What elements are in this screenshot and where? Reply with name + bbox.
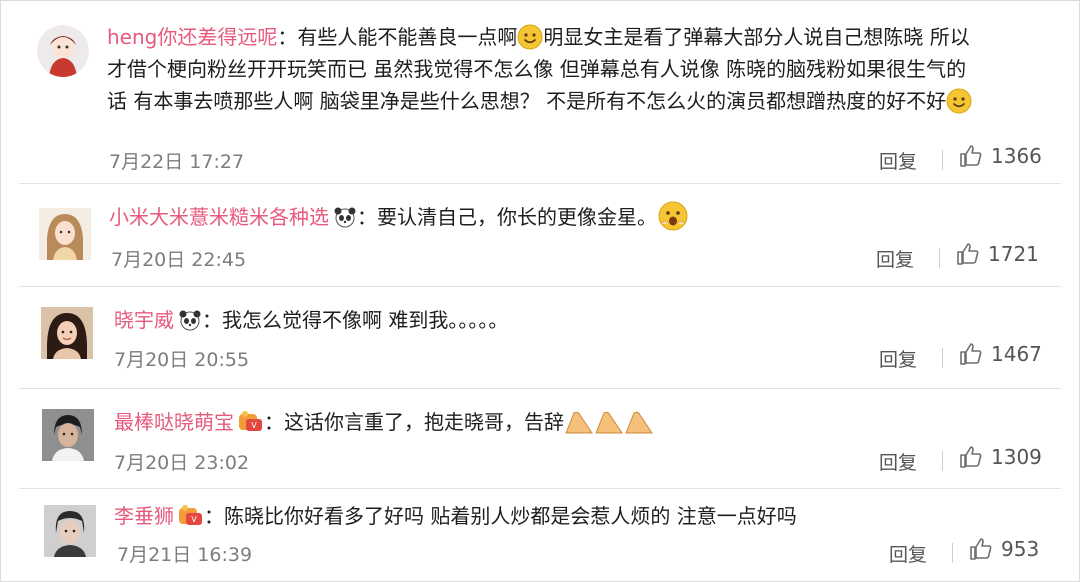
like-count: 1467	[991, 342, 1042, 366]
comment-body: 小米大米薏米糙米各种选 ：要认清自己，你长的更像金星。	[109, 200, 1059, 233]
thumbs-up-icon	[957, 243, 979, 265]
divider	[942, 451, 943, 471]
like-button[interactable]: 1366	[959, 144, 1042, 168]
like-button[interactable]: 1309	[959, 445, 1042, 469]
vip-badge-icon: V	[239, 411, 262, 431]
comment-text: 要认清自己，你长的更像金星。	[377, 205, 657, 229]
thumbs-up-icon	[970, 538, 992, 560]
comment-time: 7月20日 23:02	[114, 452, 250, 474]
vip-badge-icon: V	[179, 505, 202, 525]
panda-icon	[179, 310, 201, 331]
comment-text: 明显女主是看了弹幕大部分人说自己想陈晓 所以	[543, 25, 970, 49]
comment-body: 晓宇威 ：我怎么觉得不像啊 难到我。。。。。	[114, 304, 1054, 336]
comment-time: 7月21日 16:39	[117, 544, 253, 566]
like-count: 1366	[991, 144, 1042, 168]
reply-button[interactable]: 回复	[879, 448, 917, 475]
comment-text: 我怎么觉得不像啊 难到我。。。。。	[222, 308, 509, 332]
thumbs-up-icon	[960, 446, 982, 468]
colon: ：	[357, 205, 377, 229]
clap-emoji-icon	[565, 411, 653, 434]
comment-list: heng你还差得远呢：有些人能不能善良一点啊 明显女主是看了弹幕大部分人说自己想陈…	[0, 0, 1080, 582]
username[interactable]: 最棒哒晓萌宝	[114, 410, 234, 434]
comment-text: 有些人能不能善良一点啊	[297, 25, 518, 49]
comment-body: 最棒哒晓萌宝 V ：这话你言重了，抱走晓哥，告辞	[114, 406, 1054, 438]
comment-time: 7月22日 17:27	[109, 151, 245, 173]
colon: ：	[202, 308, 222, 332]
like-count: 1309	[991, 445, 1042, 469]
comment-time: 7月20日 20:55	[114, 349, 250, 371]
divider	[952, 543, 953, 563]
username[interactable]: 晓宇威	[114, 308, 174, 332]
like-button[interactable]: 1721	[956, 242, 1039, 266]
comment-body: 李垂狮 V ：陈晓比你好看多了好吗 贴着别人炒都是会惹人烦的 注意一点好吗	[114, 500, 1054, 532]
comment-text: 这话你言重了，抱走晓哥，告辞	[284, 410, 564, 434]
comment-body: heng你还差得远呢：有些人能不能善良一点啊 明显女主是看了弹幕大部分人说自己想陈…	[107, 21, 1067, 117]
comment-text: 陈晓比你好看多了好吗 贴着别人炒都是会惹人烦的 注意一点好吗	[224, 504, 797, 528]
reply-button[interactable]: 回复	[879, 345, 917, 372]
like-button[interactable]: 953	[969, 537, 1039, 561]
smile-emoji-icon	[517, 24, 543, 50]
panda-icon	[334, 207, 356, 228]
comment-time: 7月20日 22:45	[111, 249, 247, 271]
comment-item: 晓宇威 ：我怎么觉得不像啊 难到我。。。。。 7月20日 20:55 回复 146…	[1, 287, 1079, 387]
avatar[interactable]	[39, 208, 91, 260]
reply-button[interactable]: 回复	[879, 147, 917, 174]
comment-text: 话 有本事去喷那些人啊 脑袋里净是些什么思想？ 不是所有不怎么火的演员都想蹭热度…	[107, 89, 947, 113]
thumbs-up-icon	[960, 343, 982, 365]
svg-text:V: V	[191, 515, 197, 524]
divider	[942, 150, 943, 170]
gasp-emoji-icon	[658, 201, 688, 231]
comment-item: heng你还差得远呢：有些人能不能善良一点啊 明显女主是看了弹幕大部分人说自己想陈…	[1, 1, 1079, 181]
colon: ：	[264, 410, 284, 434]
username[interactable]: heng你还差得远呢	[107, 25, 277, 49]
avatar[interactable]	[37, 25, 89, 77]
colon: ：	[277, 25, 298, 49]
username[interactable]: 李垂狮	[114, 504, 174, 528]
colon: ：	[204, 504, 224, 528]
reply-button[interactable]: 回复	[889, 540, 927, 567]
like-count: 1721	[988, 242, 1039, 266]
comment-item: 李垂狮 V ：陈晓比你好看多了好吗 贴着别人炒都是会惹人烦的 注意一点好吗 7月21…	[1, 489, 1079, 581]
comment-item: 最棒哒晓萌宝 V ：这话你言重了，抱走晓哥，告辞 7月20日 23:02 回复 13…	[1, 389, 1079, 489]
svg-text:V: V	[251, 421, 257, 430]
avatar[interactable]	[41, 307, 93, 359]
divider	[942, 348, 943, 368]
like-count: 953	[1001, 537, 1040, 561]
avatar[interactable]	[44, 505, 96, 557]
avatar[interactable]	[42, 409, 94, 461]
divider	[939, 248, 940, 268]
comment-text: 才借个梗向粉丝开开玩笑而已 虽然我觉得不怎么像 但弹幕总有人说像 陈晓的脑残粉如…	[107, 57, 967, 81]
reply-button[interactable]: 回复	[876, 245, 914, 272]
username[interactable]: 小米大米薏米糙米各种选	[109, 205, 329, 229]
smile-emoji-icon	[946, 88, 972, 114]
comment-item: 小米大米薏米糙米各种选 ：要认清自己，你长的更像金星。 7月20日 22:45 回…	[1, 184, 1079, 284]
like-button[interactable]: 1467	[959, 342, 1042, 366]
thumbs-up-icon	[960, 145, 982, 167]
